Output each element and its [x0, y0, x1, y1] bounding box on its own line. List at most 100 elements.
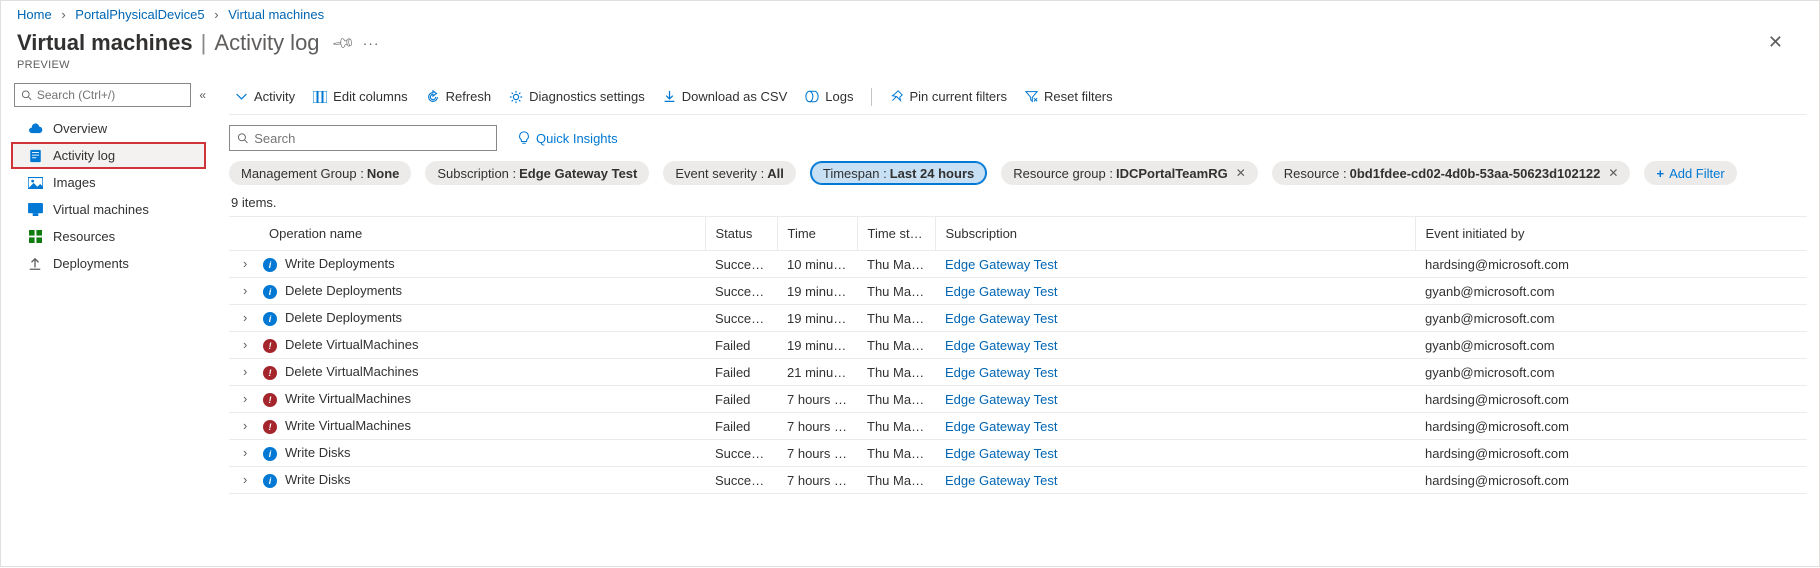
main-search-input[interactable]	[254, 131, 489, 146]
collapse-sidebar-icon[interactable]: «	[199, 88, 206, 102]
sidebar-item-images[interactable]: Images	[11, 169, 206, 196]
table-row[interactable]: ›!Write VirtualMachinesFailed7 hours ago…	[229, 413, 1807, 440]
sidebar: « OverviewActivity logImages Virtual mach…	[1, 79, 217, 568]
subscription-link[interactable]: Edge Gateway Test	[945, 338, 1058, 353]
filter-management-group[interactable]: Management Group : None	[229, 161, 411, 185]
sidebar-item-virtual-machines[interactable]: Virtual machines	[11, 196, 206, 223]
sidebar-item-label: Virtual machines	[53, 202, 149, 217]
filter-timespan[interactable]: Timespan : Last 24 hours	[810, 161, 987, 185]
col-subscription[interactable]: Subscription	[935, 217, 1415, 251]
sidebar-search[interactable]	[14, 83, 191, 107]
add-filter-button[interactable]: + Add Filter	[1644, 161, 1736, 185]
toolbar: Activity Edit columns Refresh Diagnostic…	[229, 83, 1807, 115]
close-icon[interactable]: ✕	[1758, 26, 1793, 59]
subscription-link[interactable]: Edge Gateway Test	[945, 392, 1058, 407]
expand-icon[interactable]: ›	[243, 364, 253, 379]
subscription-link[interactable]: Edge Gateway Test	[945, 257, 1058, 272]
initiated-by-cell: gyanb@microsoft.com	[1415, 359, 1807, 386]
initiated-by-cell: hardsing@microsoft.com	[1415, 251, 1807, 278]
items-count: 9 items.	[231, 195, 1807, 210]
subscription-link[interactable]: Edge Gateway Test	[945, 284, 1058, 299]
subscription-cell: Edge Gateway Test	[935, 305, 1415, 332]
subscription-link[interactable]: Edge Gateway Test	[945, 365, 1058, 380]
remove-filter-icon[interactable]: ✕	[1608, 166, 1618, 180]
table-row[interactable]: ›iDelete DeploymentsSucceeded19 minutes …	[229, 278, 1807, 305]
main-search[interactable]	[229, 125, 497, 151]
expand-icon[interactable]: ›	[243, 283, 253, 298]
sidebar-search-input[interactable]	[37, 88, 184, 102]
col-operation[interactable]: Operation name	[229, 217, 705, 251]
col-status[interactable]: Status	[705, 217, 777, 251]
sidebar-item-label: Deployments	[53, 256, 129, 271]
status-info-icon: i	[263, 312, 277, 326]
sidebar-item-overview[interactable]: Overview	[11, 115, 206, 142]
edit-columns-button[interactable]: Edit columns	[313, 89, 407, 104]
toolbar-divider	[871, 88, 872, 106]
col-timestamp[interactable]: Time stamp	[857, 217, 935, 251]
table-row[interactable]: ›iDelete DeploymentsSucceeded19 minutes …	[229, 305, 1807, 332]
initiated-by-cell: hardsing@microsoft.com	[1415, 413, 1807, 440]
refresh-button[interactable]: Refresh	[426, 89, 492, 104]
more-icon[interactable]: ···	[363, 35, 380, 51]
table-row[interactable]: ›!Delete VirtualMachinesFailed19 minutes…	[229, 332, 1807, 359]
expand-icon[interactable]: ›	[243, 337, 253, 352]
subscription-link[interactable]: Edge Gateway Test	[945, 311, 1058, 326]
filter-resource-group[interactable]: Resource group : IDCPortalTeamRG ✕	[1001, 161, 1258, 185]
activity-button[interactable]: Activity	[235, 89, 295, 104]
logs-button[interactable]: Logs	[805, 89, 853, 104]
expand-icon[interactable]: ›	[243, 445, 253, 460]
subscription-link[interactable]: Edge Gateway Test	[945, 419, 1058, 434]
status-cell: Succeeded	[705, 440, 777, 467]
pin-filters-button[interactable]: Pin current filters	[890, 89, 1007, 104]
subscription-cell: Edge Gateway Test	[935, 440, 1415, 467]
page-title: Virtual machines	[17, 30, 193, 56]
status-cell: Failed	[705, 413, 777, 440]
expand-icon[interactable]: ›	[243, 472, 253, 487]
filter-event-severity[interactable]: Event severity : All	[663, 161, 796, 185]
sidebar-item-resources[interactable]: Resources	[11, 223, 206, 250]
table-row[interactable]: ›iWrite DisksSucceeded7 hours agoThu May…	[229, 467, 1807, 494]
subscription-link[interactable]: Edge Gateway Test	[945, 473, 1058, 488]
sidebar-item-label: Resources	[53, 229, 115, 244]
download-csv-button[interactable]: Download as CSV	[663, 89, 788, 104]
expand-icon[interactable]: ›	[243, 418, 253, 433]
timestamp-cell: Thu May 27...	[857, 278, 935, 305]
image-icon	[27, 177, 43, 189]
log-icon	[27, 149, 43, 163]
time-cell: 19 minutes ...	[777, 278, 857, 305]
col-time[interactable]: Time	[777, 217, 857, 251]
breadcrumb-vms[interactable]: Virtual machines	[228, 7, 324, 22]
reset-filters-button[interactable]: Reset filters	[1025, 89, 1113, 104]
table-row[interactable]: ›iWrite DeploymentsSucceeded10 minutes .…	[229, 251, 1807, 278]
time-cell: 7 hours ago	[777, 413, 857, 440]
operation-name: Write Deployments	[285, 256, 395, 271]
status-err-icon: !	[263, 420, 277, 434]
status-cell: Succeeded	[705, 305, 777, 332]
reset-filters-icon	[1025, 90, 1038, 103]
table-row[interactable]: ›!Delete VirtualMachinesFailed21 minutes…	[229, 359, 1807, 386]
expand-icon[interactable]: ›	[243, 391, 253, 406]
gear-icon	[509, 90, 523, 104]
chevron-right-icon: ›	[61, 7, 65, 22]
status-cell: Failed	[705, 386, 777, 413]
status-cell: Failed	[705, 359, 777, 386]
expand-icon[interactable]: ›	[243, 256, 253, 271]
expand-icon[interactable]: ›	[243, 310, 253, 325]
filter-resource[interactable]: Resource : 0bd1fdee-cd02-4d0b-53aa-50623…	[1272, 161, 1631, 185]
remove-filter-icon[interactable]: ✕	[1236, 166, 1246, 180]
table-row[interactable]: ›!Write VirtualMachinesFailed7 hours ago…	[229, 386, 1807, 413]
sidebar-item-activity-log[interactable]: Activity log	[11, 142, 206, 169]
breadcrumb: Home › PortalPhysicalDevice5 › Virtual m…	[1, 1, 1819, 22]
col-initiated-by[interactable]: Event initiated by	[1415, 217, 1807, 251]
diagnostics-button[interactable]: Diagnostics settings	[509, 89, 645, 104]
table-row[interactable]: ›iWrite DisksSucceeded7 hours agoThu May…	[229, 440, 1807, 467]
breadcrumb-device[interactable]: PortalPhysicalDevice5	[75, 7, 204, 22]
pin-icon[interactable]: 📌︎	[330, 29, 356, 55]
subscription-cell: Edge Gateway Test	[935, 278, 1415, 305]
breadcrumb-home[interactable]: Home	[17, 7, 52, 22]
filter-subscription[interactable]: Subscription : Edge Gateway Test	[425, 161, 649, 185]
sidebar-item-deployments[interactable]: Deployments	[11, 250, 206, 277]
refresh-icon	[426, 90, 440, 104]
quick-insights-button[interactable]: Quick Insights	[517, 131, 618, 146]
subscription-link[interactable]: Edge Gateway Test	[945, 446, 1058, 461]
